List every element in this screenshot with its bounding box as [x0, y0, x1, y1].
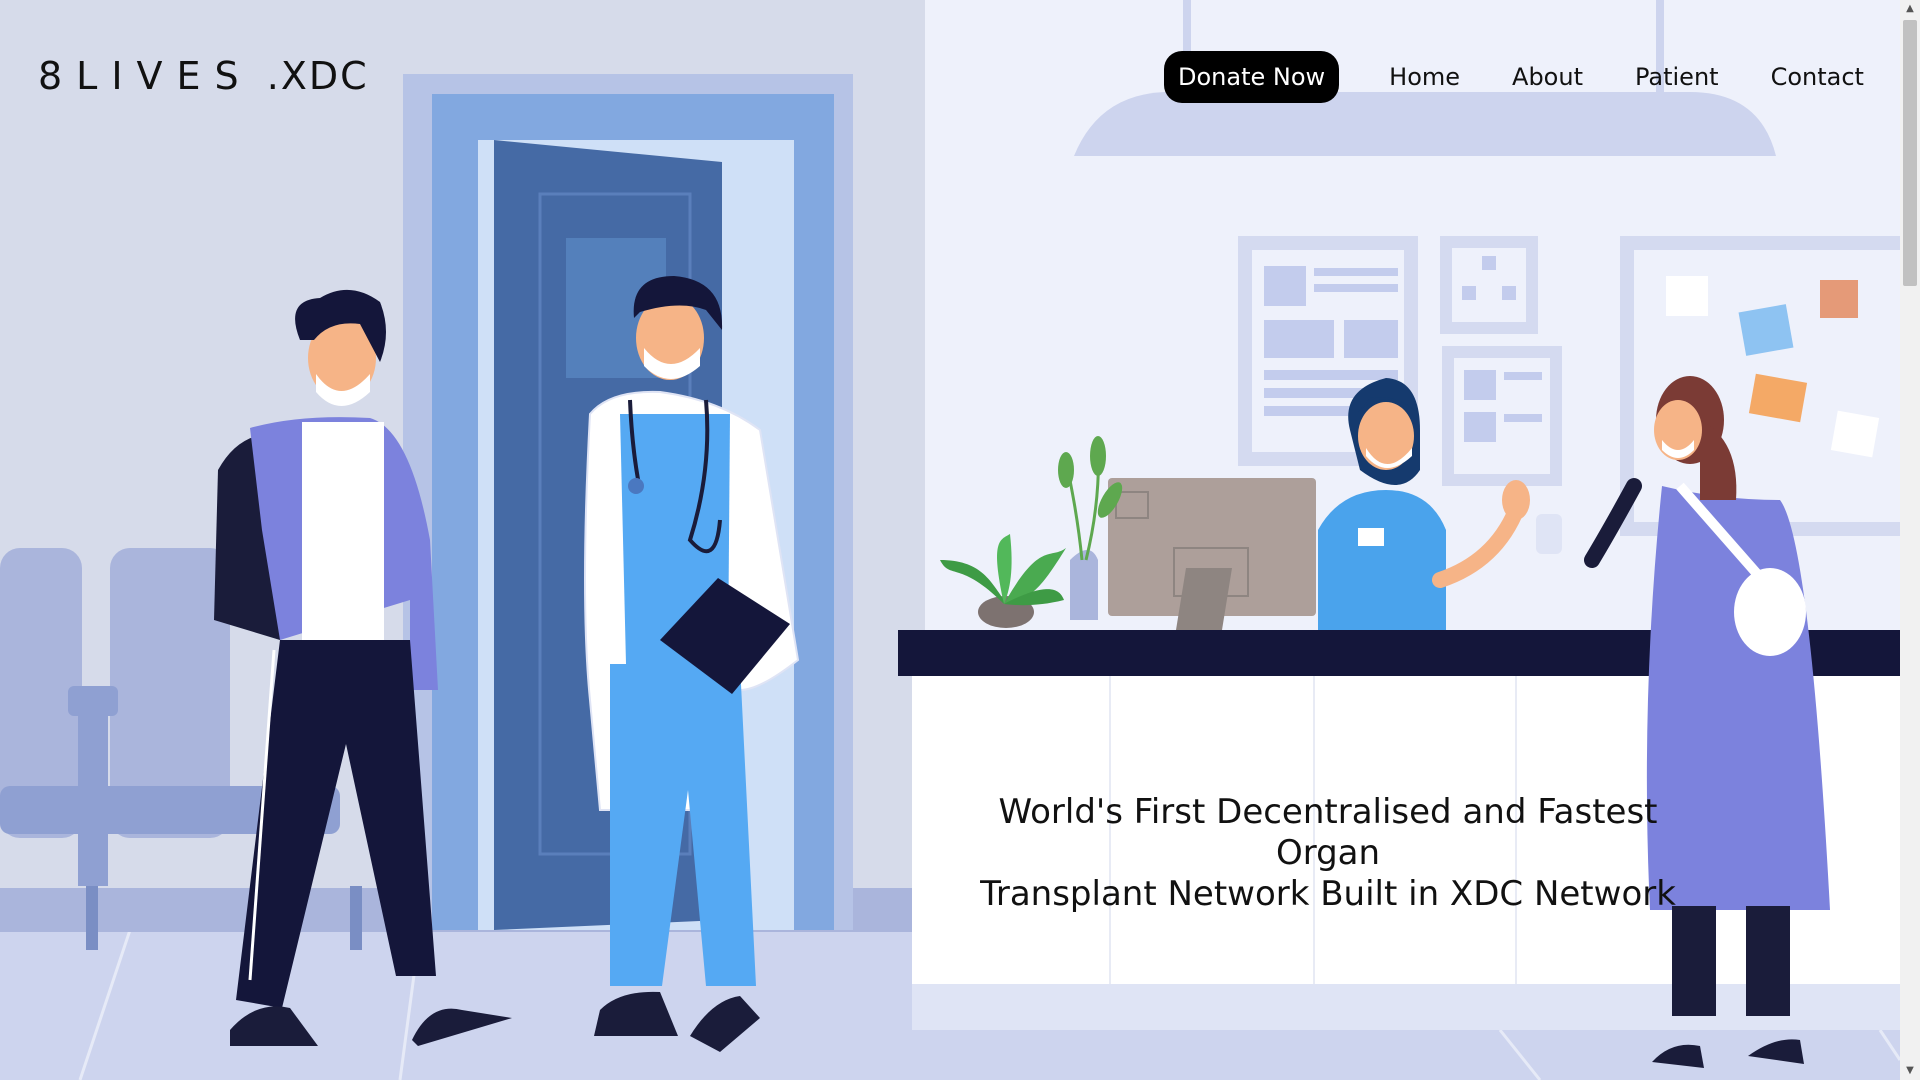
nav-link-patient[interactable]: Patient	[1635, 63, 1719, 91]
hero-headline: World's First Decentralised and Fastest …	[958, 792, 1698, 915]
scroll-down-icon[interactable]: ▼	[1900, 1062, 1920, 1080]
scrollbar-thumb[interactable]	[1903, 20, 1917, 286]
hero-headline-line-2: Transplant Network Built in XDC Network	[980, 874, 1676, 914]
scroll-up-icon[interactable]: ▲	[1900, 0, 1920, 18]
page-scrollbar[interactable]: ▲ ▼	[1900, 0, 1920, 1080]
hero-headline-line-1: World's First Decentralised and Fastest …	[998, 792, 1658, 873]
logo-suffix: .XDC	[252, 54, 369, 98]
logo-wordmark: 8LIVES	[38, 54, 253, 98]
main-nav: Donate Now Home About Patient Contact	[1164, 50, 1864, 104]
nav-link-home[interactable]: Home	[1389, 63, 1460, 91]
hospital-scene-illustration	[0, 0, 1900, 1080]
donate-now-button[interactable]: Donate Now	[1164, 51, 1340, 103]
nav-link-contact[interactable]: Contact	[1771, 63, 1864, 91]
brand-logo[interactable]: 8LIVES .XDC	[38, 54, 369, 98]
nav-link-about[interactable]: About	[1512, 63, 1583, 91]
hero-illustration	[0, 0, 1900, 1080]
